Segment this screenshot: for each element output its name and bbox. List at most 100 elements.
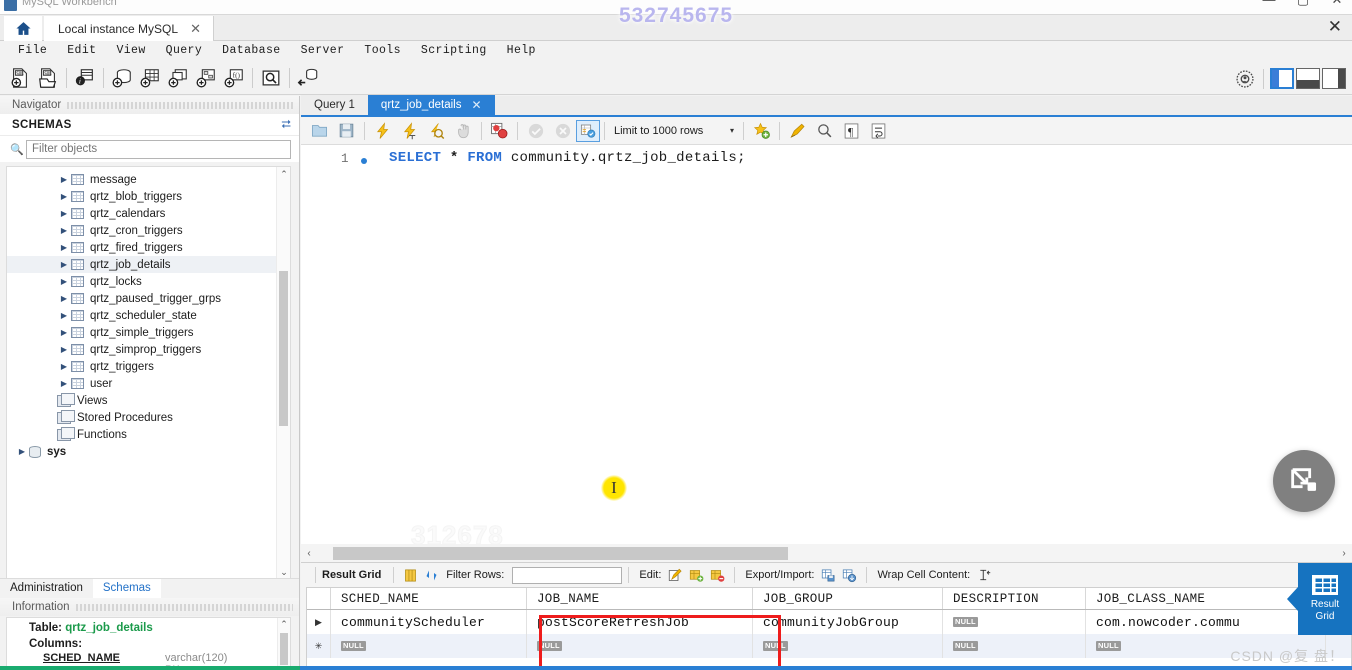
column-header-description[interactable]: DESCRIPTION <box>943 588 1086 609</box>
close-window-button[interactable]: ✕ <box>1326 0 1348 8</box>
menu-edit[interactable]: Edit <box>57 44 106 57</box>
close-icon[interactable]: ✕ <box>190 22 201 35</box>
expand-arrow-icon[interactable]: ▶ <box>57 175 71 184</box>
tree-item-Functions[interactable]: Functions <box>7 426 276 443</box>
column-header-sched-name[interactable]: SCHED_NAME <box>331 588 527 609</box>
minimize-button[interactable]: — <box>1258 0 1280 8</box>
right-layout-button[interactable] <box>1322 68 1346 89</box>
menu-file[interactable]: File <box>8 44 57 57</box>
delete-row-icon[interactable] <box>707 565 728 585</box>
new-schema-icon[interactable] <box>108 64 136 91</box>
schema-tree[interactable]: ▶ message ▶ qrtz_blob_triggers ▶ qrtz_calenda… <box>6 166 291 580</box>
bottom-layout-button[interactable] <box>1296 68 1320 89</box>
find-icon[interactable] <box>811 118 838 143</box>
toggle-autocommit-icon[interactable] <box>576 119 600 142</box>
menu-query[interactable]: Query <box>156 44 213 57</box>
tree-item-sys[interactable]: ▶ sys <box>7 443 276 460</box>
tree-item-qrtz-triggers[interactable]: ▶ qrtz_triggers <box>7 358 276 375</box>
insert-row-icon[interactable] <box>686 565 707 585</box>
expand-arrow-icon[interactable]: ▶ <box>57 277 71 286</box>
filter-objects-input[interactable] <box>26 139 291 159</box>
cell-description[interactable]: NULL <box>943 610 1086 634</box>
sql-editor[interactable]: 1 SELECT * FROM community.qrtz_job_detai… <box>301 145 1352 551</box>
expand-arrow-icon[interactable]: ▶ <box>57 209 71 218</box>
column-header-job-group[interactable]: JOB_GROUP <box>753 588 943 609</box>
reconnect-server-icon[interactable] <box>294 64 322 91</box>
scroll-right-icon[interactable]: › <box>1336 548 1352 559</box>
new-procedure-icon[interactable] <box>192 64 220 91</box>
table-row[interactable]: ✳ NULL NULL NULL NULL NULL <box>307 634 1351 658</box>
new-table-icon[interactable] <box>136 64 164 91</box>
toggle-stop-on-error-icon[interactable] <box>486 118 513 143</box>
import-recordset-icon[interactable] <box>839 565 860 585</box>
refresh-icon[interactable]: ⮂ <box>281 117 291 132</box>
invisible-chars-icon[interactable]: ¶ <box>838 118 865 143</box>
expand-arrow-icon[interactable]: ▶ <box>15 447 29 456</box>
tab-administration[interactable]: Administration <box>0 579 93 598</box>
open-file-icon[interactable] <box>306 118 333 143</box>
scroll-left-icon[interactable]: ‹ <box>301 548 317 559</box>
menu-view[interactable]: View <box>106 44 155 57</box>
expand-arrow-icon[interactable]: ▶ <box>57 345 71 354</box>
toggle-filter-icon[interactable] <box>421 565 442 585</box>
menu-tools[interactable]: Tools <box>354 44 411 57</box>
menu-database[interactable]: Database <box>212 44 290 57</box>
target-icon[interactable] <box>1231 65 1259 92</box>
cell-job-name[interactable]: postScoreRefreshJob <box>527 610 753 634</box>
column-header-job-name[interactable]: JOB_NAME <box>527 588 753 609</box>
expand-arrow-icon[interactable]: ▶ <box>57 328 71 337</box>
expand-arrow-icon[interactable]: ▶ <box>57 294 71 303</box>
save-file-icon[interactable] <box>333 118 360 143</box>
menu-scripting[interactable]: Scripting <box>411 44 497 57</box>
tree-scrollbar[interactable]: ⌃ ⌄ <box>276 167 290 579</box>
search-table-data-icon[interactable] <box>257 64 285 91</box>
connection-info-icon[interactable]: i <box>71 64 99 91</box>
tree-item-qrtz-job-details[interactable]: ▶ qrtz_job_details <box>7 256 276 273</box>
scroll-up-icon[interactable]: ⌃ <box>277 167 290 181</box>
cell-job-name[interactable]: NULL <box>527 634 753 658</box>
scrollbar-thumb[interactable] <box>279 271 288 426</box>
scrollbar-thumb[interactable] <box>280 633 288 665</box>
snap-layout-button[interactable] <box>1273 450 1335 512</box>
expand-arrow-icon[interactable]: ▶ <box>57 379 71 388</box>
sidebar-layout-button[interactable] <box>1270 68 1294 89</box>
tree-item-user[interactable]: ▶ user <box>7 375 276 392</box>
editor-horizontal-scrollbar[interactable]: ‹ › <box>301 544 1352 562</box>
scroll-down-icon[interactable]: ⌄ <box>277 565 290 579</box>
new-sql-tab-icon[interactable]: SQL <box>6 64 34 91</box>
new-view-icon[interactable] <box>164 64 192 91</box>
snippets-icon[interactable] <box>748 118 775 143</box>
cell-sched-name[interactable]: NULL <box>331 634 527 658</box>
tree-item-qrtz-blob-triggers[interactable]: ▶ qrtz_blob_triggers <box>7 188 276 205</box>
menu-help[interactable]: Help <box>497 44 546 57</box>
tree-item-qrtz-calendars[interactable]: ▶ qrtz_calendars <box>7 205 276 222</box>
expand-arrow-icon[interactable]: ▶ <box>57 243 71 252</box>
tree-item-qrtz-simple-triggers[interactable]: ▶ qrtz_simple_triggers <box>7 324 276 341</box>
edit-row-icon[interactable] <box>665 565 686 585</box>
close-icon[interactable]: ✕ <box>1328 18 1342 35</box>
open-sql-script-icon[interactable]: SQL <box>34 64 62 91</box>
wrap-lines-icon[interactable] <box>865 118 892 143</box>
execute-current-statement-icon[interactable] <box>396 118 423 143</box>
expand-arrow-icon[interactable]: ▶ <box>57 226 71 235</box>
cell-sched-name[interactable]: communityScheduler <box>331 610 527 634</box>
scrollbar-thumb[interactable] <box>333 546 788 560</box>
execute-icon[interactable] <box>369 118 396 143</box>
table-row[interactable]: ▶ communityScheduler postScoreRefreshJob… <box>307 610 1351 634</box>
expand-arrow-icon[interactable]: ▶ <box>57 192 71 201</box>
filter-rows-input[interactable] <box>512 566 623 584</box>
tree-item-qrtz-scheduler-state[interactable]: ▶ qrtz_scheduler_state <box>7 307 276 324</box>
home-tab-button[interactable] <box>4 16 42 41</box>
tab-query-1[interactable]: Query 1 <box>301 95 368 115</box>
maximize-button[interactable]: ▢ <box>1292 0 1314 8</box>
new-function-icon[interactable]: f() <box>220 64 248 91</box>
cell-job-class-name[interactable]: com.nowcoder.commu <box>1086 610 1326 634</box>
row-limit-dropdown[interactable]: Limit to 1000 rows ▾ <box>613 120 739 141</box>
tree-item-Views[interactable]: Views <box>7 392 276 409</box>
grid-view-icon[interactable] <box>400 565 421 585</box>
expand-arrow-icon[interactable]: ▶ <box>57 260 71 269</box>
tree-item-qrtz-locks[interactable]: ▶ qrtz_locks <box>7 273 276 290</box>
result-grid[interactable]: SCHED_NAME JOB_NAME JOB_GROUP DESCRIPTIO… <box>306 587 1352 670</box>
wrap-cell-icon[interactable] <box>974 565 995 585</box>
tree-item-message[interactable]: ▶ message <box>7 171 276 188</box>
